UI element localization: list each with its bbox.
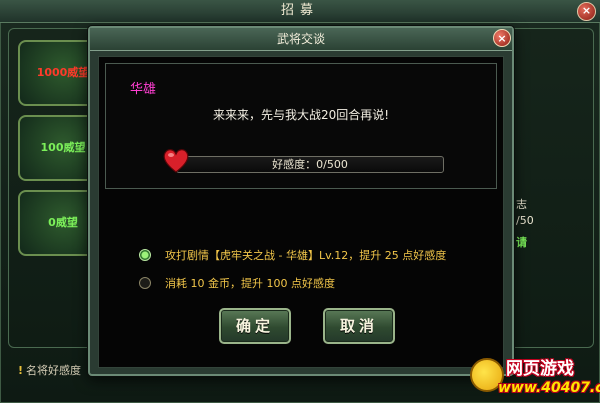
- favor-note-text: 名将好感度: [26, 364, 82, 377]
- radio-attack-story[interactable]: [139, 249, 151, 261]
- favor-bar-label: 好感度：0/500: [272, 158, 348, 171]
- talk-box: 华雄 来来来，先与我大战20回合再说! 好感度：0/500: [105, 63, 497, 189]
- option-spend-gold[interactable]: 消耗 10 金币，提升 100 点好感度: [139, 275, 335, 291]
- heart-icon: [163, 149, 189, 173]
- dialog-title: 武将交谈: [90, 28, 512, 51]
- confirm-button[interactable]: 确定: [219, 308, 291, 344]
- favor-note: ! 名将好感度: [18, 362, 81, 378]
- recruit-window-title: 招募: [0, 0, 600, 23]
- radio-spend-gold[interactable]: [139, 277, 151, 289]
- cancel-button[interactable]: 取消: [323, 308, 395, 344]
- general-talk-dialog: 武将交谈 × 华雄 来来来，先与我大战20回合再说! 好感度：0/500 攻打剧…: [88, 26, 514, 376]
- option-attack-story[interactable]: 攻打剧情【虎牢关之战 - 华雄】Lv.12，提升 25 点好感度: [139, 247, 446, 263]
- watermark-title: 网页游戏: [506, 359, 574, 379]
- option-spend-gold-text[interactable]: 消耗 10 金币，提升 100 点好感度: [165, 275, 335, 291]
- recruit-side-count: /50: [516, 214, 534, 227]
- speaker-name: 华雄: [130, 82, 157, 97]
- dialog-body: 华雄 来来来，先与我大战20回合再说! 好感度：0/500 攻打剧情【虎牢关之战…: [98, 56, 504, 368]
- watermark-url: www.40407.com: [498, 380, 600, 396]
- recruit-side-request[interactable]: 请: [516, 234, 527, 250]
- site-watermark: 网页游戏 www.40407.com: [470, 352, 600, 403]
- speech-text: 来来来，先与我大战20回合再说!: [212, 108, 390, 122]
- recruit-side-label: 志: [516, 198, 527, 211]
- warning-icon: !: [18, 364, 24, 377]
- dialog-close-button[interactable]: ×: [493, 29, 511, 47]
- option-attack-story-text[interactable]: 攻打剧情【虎牢关之战 - 华雄】Lv.12，提升 25 点好感度: [165, 247, 446, 263]
- favor-bar: 好感度：0/500: [176, 156, 444, 173]
- recruit-close-button[interactable]: ×: [577, 2, 596, 21]
